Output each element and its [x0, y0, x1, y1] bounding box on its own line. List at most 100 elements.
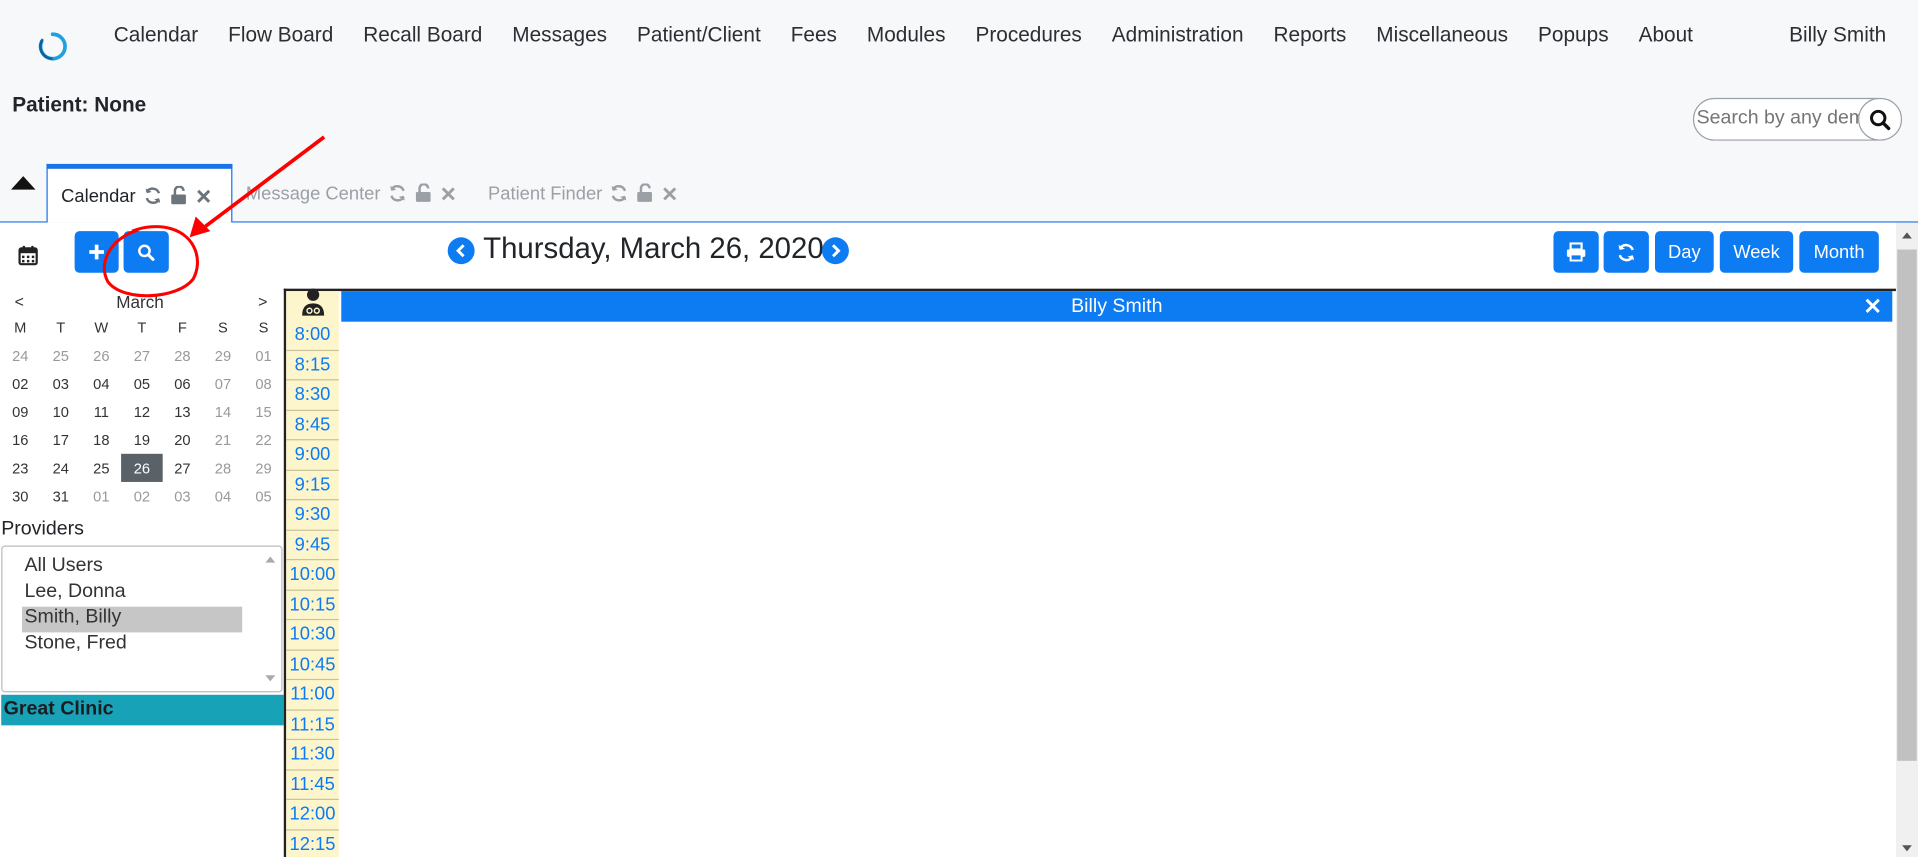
day-cell[interactable]: 08: [243, 369, 284, 397]
time-slot[interactable]: 11:45: [286, 770, 339, 800]
day-cell[interactable]: 14: [203, 398, 244, 426]
nav-administration[interactable]: Administration: [1112, 23, 1244, 47]
next-day-button[interactable]: [821, 237, 849, 265]
tab-calendar[interactable]: Calendar: [46, 163, 233, 223]
day-cell-selected[interactable]: 26: [121, 453, 163, 482]
day-cell[interactable]: 27: [122, 341, 163, 369]
day-cell[interactable]: 29: [243, 454, 284, 482]
user-menu[interactable]: Billy Smith: [1789, 23, 1886, 47]
day-cell[interactable]: 02: [0, 369, 41, 397]
provider-option[interactable]: Lee, Donna: [22, 581, 242, 607]
nav-miscellaneous[interactable]: Miscellaneous: [1376, 23, 1508, 47]
day-cell[interactable]: 19: [122, 426, 163, 454]
nav-reports[interactable]: Reports: [1274, 23, 1347, 47]
time-slot[interactable]: 11:15: [286, 710, 339, 741]
providers-listbox[interactable]: All Users Lee, Donna Smith, Billy Stone,…: [1, 545, 283, 693]
refresh-button[interactable]: [1603, 231, 1649, 273]
time-slot[interactable]: 9:30: [286, 500, 339, 531]
day-cell[interactable]: 02: [122, 482, 163, 510]
time-slot[interactable]: 8:00: [286, 320, 339, 351]
day-cell[interactable]: 04: [81, 369, 122, 397]
tab-message-center[interactable]: Message Center: [246, 164, 456, 223]
day-cell[interactable]: 13: [162, 398, 203, 426]
day-cell[interactable]: 17: [41, 426, 82, 454]
day-cell[interactable]: 25: [81, 454, 122, 482]
scrollbar-thumb[interactable]: [1897, 249, 1917, 761]
day-cell[interactable]: 29: [203, 341, 244, 369]
nav-recall-board[interactable]: Recall Board: [363, 23, 482, 47]
day-cell[interactable]: 24: [41, 454, 82, 482]
time-slot[interactable]: 12:00: [286, 800, 339, 830]
time-slot[interactable]: 11:30: [286, 740, 339, 771]
day-cell[interactable]: 18: [81, 426, 122, 454]
time-slot[interactable]: 8:30: [286, 380, 339, 411]
refresh-icon[interactable]: [388, 183, 408, 203]
nav-flow-board[interactable]: Flow Board: [228, 23, 333, 47]
day-cell[interactable]: 12: [122, 398, 163, 426]
day-cell[interactable]: 05: [243, 482, 284, 510]
unlock-icon[interactable]: [170, 185, 188, 206]
close-icon[interactable]: [196, 188, 212, 204]
scroll-up-icon[interactable]: [1901, 230, 1913, 240]
day-cell[interactable]: 15: [243, 398, 284, 426]
nav-modules[interactable]: Modules: [867, 23, 946, 47]
app-logo-icon[interactable]: [37, 31, 69, 63]
tab-patient-finder[interactable]: Patient Finder: [488, 164, 678, 223]
provider-option[interactable]: Stone, Fred: [22, 632, 242, 658]
unlock-icon[interactable]: [415, 183, 433, 203]
collapse-header-icon[interactable]: [11, 176, 36, 190]
time-slot[interactable]: 12:15: [286, 830, 339, 857]
search-appointments-button[interactable]: [123, 231, 169, 273]
day-cell[interactable]: 26: [81, 341, 122, 369]
time-slot[interactable]: 8:45: [286, 410, 339, 441]
day-cell[interactable]: 30: [0, 482, 41, 510]
day-cell[interactable]: 22: [243, 426, 284, 454]
day-cell[interactable]: 01: [81, 482, 122, 510]
time-slot[interactable]: 10:00: [286, 560, 339, 591]
nav-patient-client[interactable]: Patient/Client: [637, 23, 761, 47]
day-cell[interactable]: 23: [0, 454, 41, 482]
day-cell[interactable]: 27: [162, 454, 203, 482]
search-input[interactable]: [1696, 107, 1860, 130]
day-cell[interactable]: 06: [162, 369, 203, 397]
refresh-icon[interactable]: [610, 183, 630, 203]
day-cell[interactable]: 31: [41, 482, 82, 510]
day-cell[interactable]: 05: [122, 369, 163, 397]
scroll-down-icon[interactable]: [1901, 844, 1913, 854]
time-slot[interactable]: 11:00: [286, 680, 339, 711]
listbox-scroll-up-icon[interactable]: [264, 554, 276, 564]
day-cell[interactable]: 04: [203, 482, 244, 510]
listbox-scroll-down-icon[interactable]: [264, 674, 276, 684]
close-icon[interactable]: [1865, 298, 1880, 313]
mini-calendar-next[interactable]: >: [258, 292, 267, 310]
nav-popups[interactable]: Popups: [1538, 23, 1609, 47]
time-slot[interactable]: 10:45: [286, 650, 339, 681]
day-cell[interactable]: 07: [203, 369, 244, 397]
day-cell[interactable]: 03: [41, 369, 82, 397]
nav-calendar[interactable]: Calendar: [114, 23, 198, 47]
nav-about[interactable]: About: [1639, 23, 1693, 47]
day-cell[interactable]: 10: [41, 398, 82, 426]
nav-messages[interactable]: Messages: [512, 23, 607, 47]
time-slot[interactable]: 8:15: [286, 350, 339, 381]
day-cell[interactable]: 28: [162, 341, 203, 369]
day-cell[interactable]: 09: [0, 398, 41, 426]
nav-fees[interactable]: Fees: [791, 23, 837, 47]
close-icon[interactable]: [662, 185, 678, 201]
print-button[interactable]: [1553, 231, 1599, 273]
day-cell[interactable]: 25: [41, 341, 82, 369]
day-cell[interactable]: 20: [162, 426, 203, 454]
day-cell[interactable]: 28: [203, 454, 244, 482]
refresh-icon[interactable]: [143, 186, 163, 206]
time-slot[interactable]: 9:00: [286, 440, 339, 471]
add-appointment-button[interactable]: [74, 231, 119, 273]
day-cell[interactable]: 11: [81, 398, 122, 426]
day-cell[interactable]: 03: [162, 482, 203, 510]
view-day-button[interactable]: Day: [1654, 231, 1714, 273]
close-icon[interactable]: [440, 185, 456, 201]
day-cell[interactable]: 16: [0, 426, 41, 454]
provider-option-selected[interactable]: Smith, Billy: [22, 606, 243, 633]
page-scrollbar[interactable]: [1895, 222, 1918, 857]
day-cell[interactable]: 24: [0, 341, 41, 369]
view-month-button[interactable]: Month: [1799, 231, 1879, 273]
